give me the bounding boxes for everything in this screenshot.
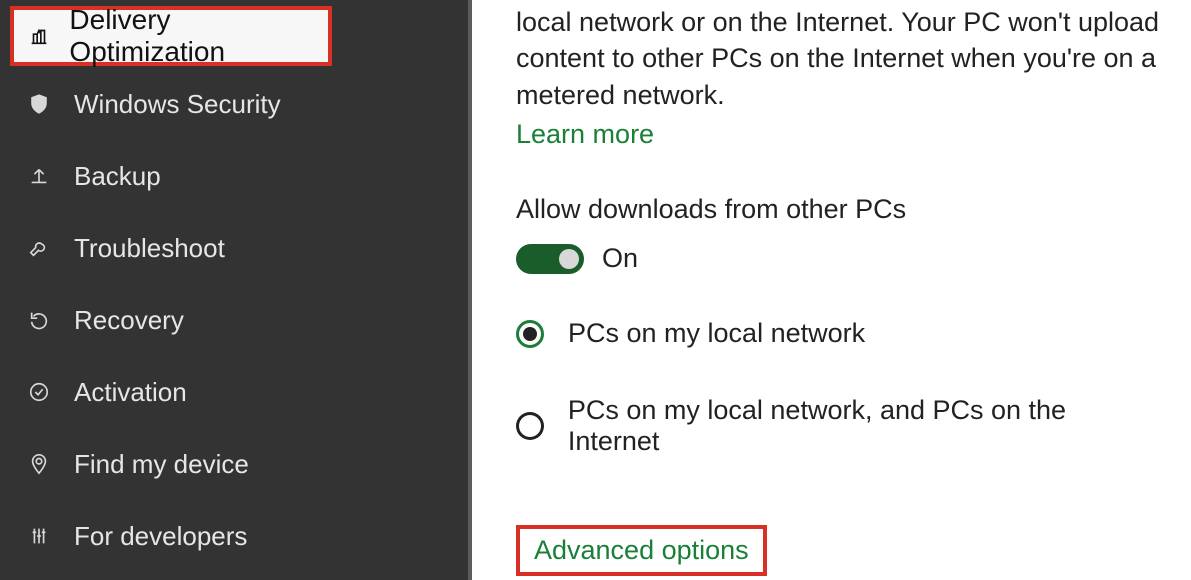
radio-icon xyxy=(516,412,544,440)
sidebar-item-label: Activation xyxy=(74,377,187,408)
sidebar-item-label: Troubleshoot xyxy=(74,233,225,264)
sidebar-scrollbar[interactable] xyxy=(468,0,472,580)
advanced-options-row: Advanced options xyxy=(516,519,1161,576)
recovery-icon xyxy=(26,307,52,333)
settings-window: Delivery Optimization Windows Security B… xyxy=(0,0,1191,580)
sidebar-item-activation[interactable]: Activation xyxy=(0,356,472,428)
radio-label: PCs on my local network, and PCs on the … xyxy=(568,395,1161,457)
sidebar-item-label: Backup xyxy=(74,161,161,192)
radio-label: PCs on my local network xyxy=(568,318,865,349)
allow-downloads-label: Allow downloads from other PCs xyxy=(516,194,1161,225)
sidebar-item-label: For developers xyxy=(74,521,247,552)
sidebar-item-label: Recovery xyxy=(74,305,184,336)
sidebar-item-label: Find my device xyxy=(74,449,249,480)
delivery-optimization-icon xyxy=(26,23,51,49)
radio-local-network[interactable]: PCs on my local network xyxy=(516,318,1161,349)
sidebar-item-find-my-device[interactable]: Find my device xyxy=(0,428,472,500)
backup-icon xyxy=(26,163,52,189)
shield-icon xyxy=(26,91,52,117)
description-text: local network or on the Internet. Your P… xyxy=(516,4,1161,113)
toggle-knob xyxy=(559,249,579,269)
radio-local-and-internet[interactable]: PCs on my local network, and PCs on the … xyxy=(516,395,1161,457)
sidebar-item-backup[interactable]: Backup xyxy=(0,140,472,212)
sidebar-item-recovery[interactable]: Recovery xyxy=(0,284,472,356)
toggle-state-label: On xyxy=(602,243,638,274)
sidebar-item-label: Windows Security xyxy=(74,89,281,120)
allow-downloads-toggle-row: On xyxy=(516,243,1161,274)
sidebar-item-troubleshoot[interactable]: Troubleshoot xyxy=(0,212,472,284)
sidebar-item-delivery-optimization[interactable]: Delivery Optimization xyxy=(0,4,472,68)
allow-downloads-toggle[interactable] xyxy=(516,244,584,274)
sidebar: Delivery Optimization Windows Security B… xyxy=(0,0,472,580)
main-panel: local network or on the Internet. Your P… xyxy=(472,0,1191,580)
sidebar-item-windows-security[interactable]: Windows Security xyxy=(0,68,472,140)
sidebar-item-selected-highlight: Delivery Optimization xyxy=(10,6,332,66)
sidebar-item-for-developers[interactable]: For developers xyxy=(0,500,472,572)
learn-more-link[interactable]: Learn more xyxy=(516,119,654,150)
developers-icon xyxy=(26,523,52,549)
advanced-options-link[interactable]: Advanced options xyxy=(516,525,767,576)
wrench-icon xyxy=(26,235,52,261)
location-icon xyxy=(26,451,52,477)
checkmark-circle-icon xyxy=(26,379,52,405)
sidebar-list: Delivery Optimization Windows Security B… xyxy=(0,0,472,572)
sidebar-item-label: Delivery Optimization xyxy=(69,4,328,68)
radio-icon xyxy=(516,320,544,348)
